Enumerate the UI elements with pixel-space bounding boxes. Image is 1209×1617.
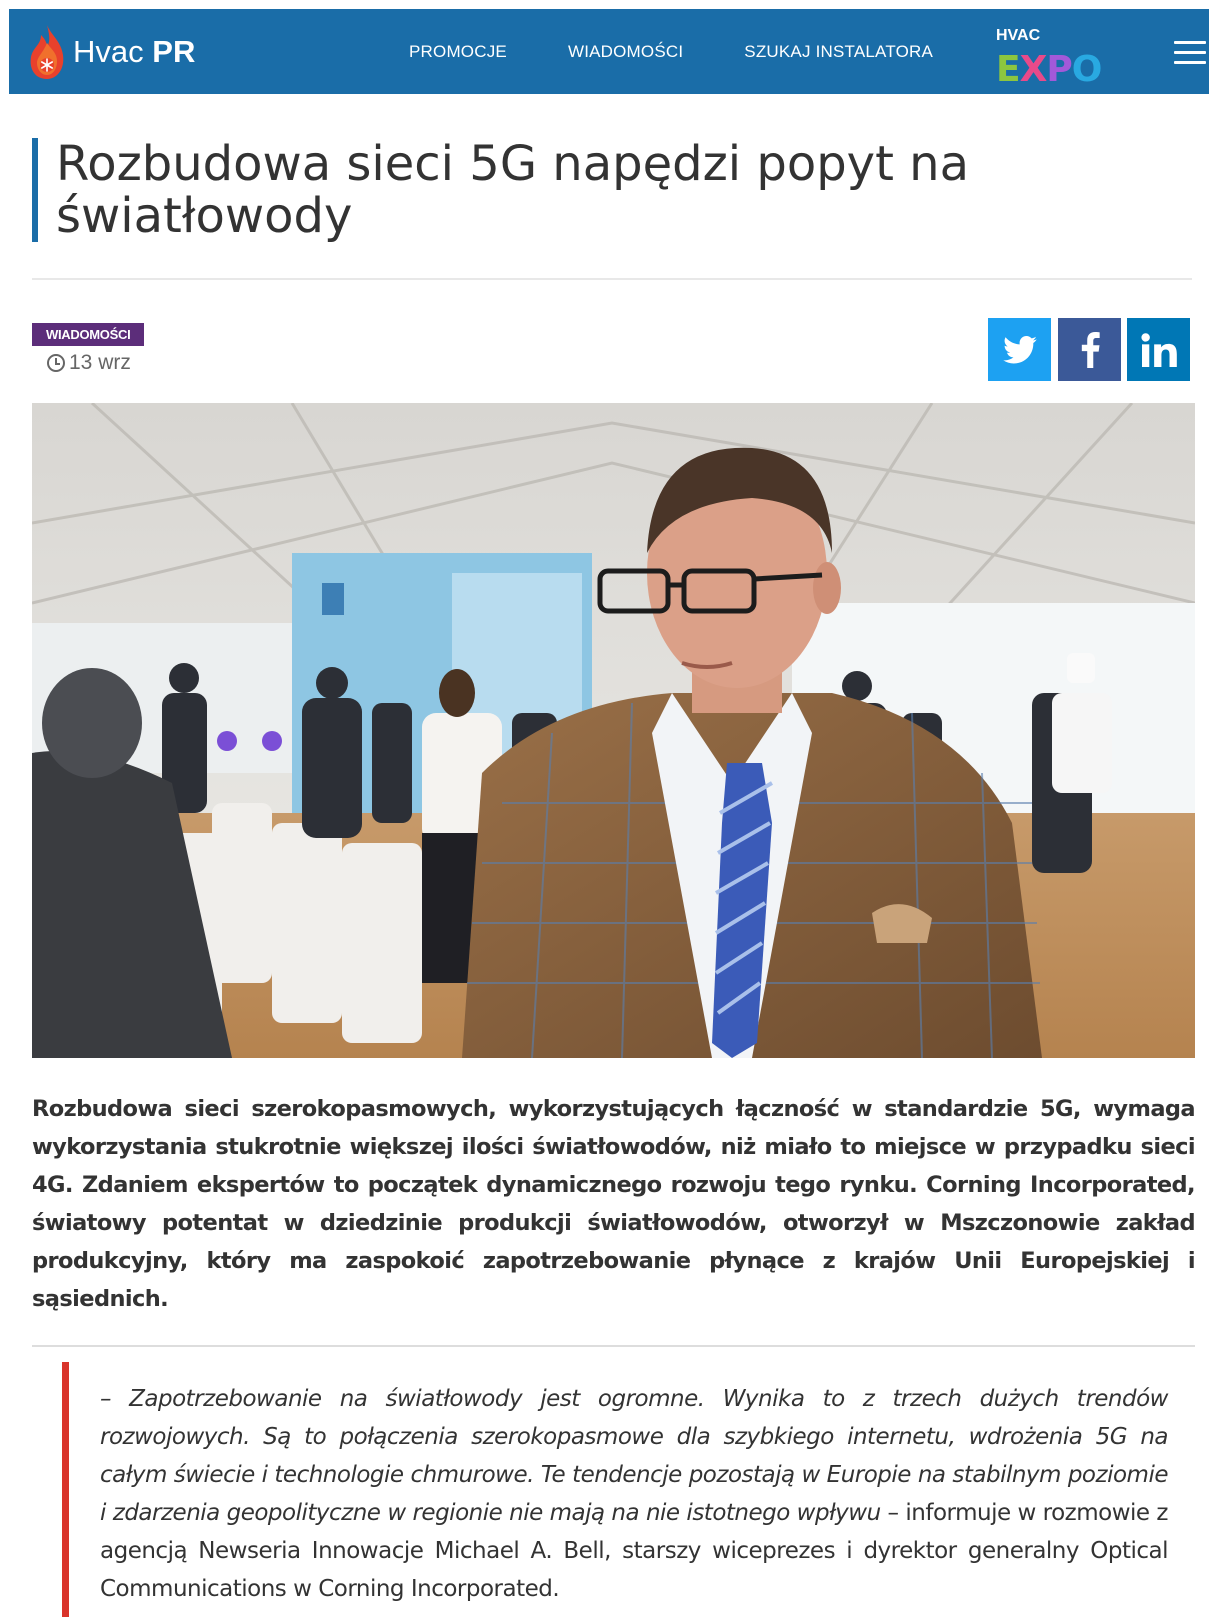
logo-text-light: Hvac bbox=[73, 34, 144, 69]
date-text: 13 wrz bbox=[69, 351, 131, 374]
expo-word: EXPO bbox=[996, 49, 1103, 90]
expo-letter-e: E bbox=[996, 49, 1021, 90]
article-lead: Rozbudowa sieci szerokopasmowych, wykorz… bbox=[32, 1096, 1196, 1312]
hvac-expo-logo[interactable]: HVAC EXPO bbox=[996, 27, 1126, 90]
article-title-block: Rozbudowa sieci 5G napędzi popyt na świa… bbox=[32, 138, 1182, 242]
nav-szukaj-instalatora[interactable]: SZUKAJ INSTALATORA bbox=[744, 42, 933, 62]
twitter-icon bbox=[1002, 335, 1037, 363]
article-photo bbox=[32, 403, 1195, 1058]
expo-letter-p: P bbox=[1046, 49, 1072, 90]
expo-hvac-label: HVAC bbox=[996, 27, 1041, 44]
clock-icon bbox=[47, 354, 65, 372]
article-title: Rozbudowa sieci 5G napędzi popyt na świa… bbox=[56, 136, 969, 244]
facebook-share-button[interactable] bbox=[1058, 318, 1121, 381]
linkedin-share-button[interactable] bbox=[1127, 318, 1190, 381]
expo-letter-x: X bbox=[1019, 49, 1048, 90]
site-header: Hvac PR PROMOCJE WIADOMOŚCI SZUKAJ INSTA… bbox=[9, 9, 1209, 94]
hamburger-line bbox=[1174, 61, 1206, 64]
article-quote: – Zapotrzebowanie na światłowody jest og… bbox=[100, 1380, 1169, 1608]
photo-man-in-tent bbox=[32, 403, 1195, 1058]
hamburger-icon[interactable] bbox=[1174, 41, 1206, 65]
flame-snowflake-icon bbox=[30, 25, 64, 79]
linkedin-icon bbox=[1140, 332, 1177, 367]
expo-letter-o: O bbox=[1071, 49, 1103, 90]
logo-text-bold: PR bbox=[152, 34, 196, 69]
main-nav: PROMOCJE WIADOMOŚCI SZUKAJ INSTALATORA bbox=[409, 9, 994, 94]
quote-accent-bar bbox=[62, 1362, 69, 1617]
hamburger-line bbox=[1174, 41, 1206, 44]
category-badge[interactable]: WIADOMOŚCI bbox=[32, 323, 145, 346]
nav-wiadomosci[interactable]: WIADOMOŚCI bbox=[568, 42, 683, 62]
lead-divider bbox=[32, 1345, 1195, 1347]
site-logo[interactable]: Hvac PR bbox=[25, 23, 195, 81]
twitter-share-button[interactable] bbox=[988, 318, 1051, 381]
article-date: 13 wrz bbox=[47, 351, 131, 375]
title-divider bbox=[32, 278, 1192, 280]
logo-text: Hvac PR bbox=[73, 34, 195, 70]
nav-promocje[interactable]: PROMOCJE bbox=[409, 42, 507, 62]
facebook-icon bbox=[1081, 331, 1100, 368]
hamburger-line bbox=[1174, 51, 1206, 54]
